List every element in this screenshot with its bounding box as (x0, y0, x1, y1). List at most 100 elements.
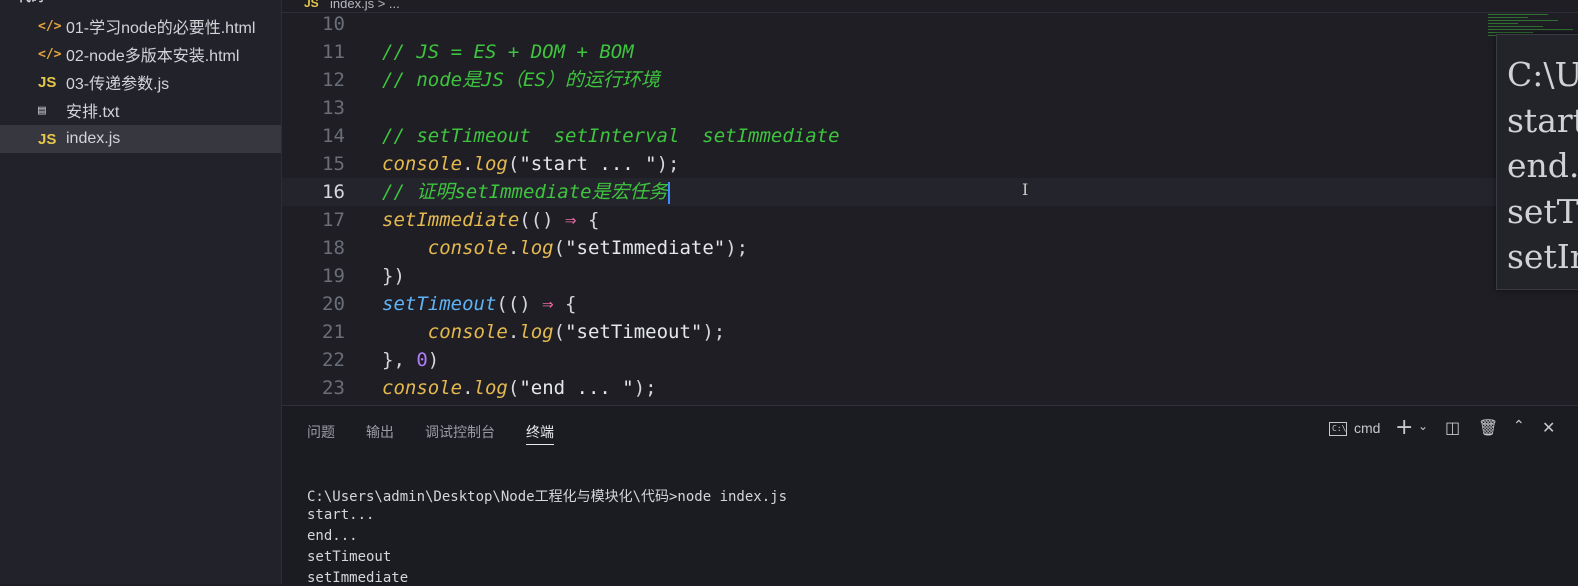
text-file-icon: ▤ (38, 102, 46, 118)
code-comment: // setTimeout setInterval setImmediate (382, 125, 840, 147)
file-label: 03-传递参数.js (66, 76, 170, 93)
code-comment: // JS = ES + DOM + BOM (382, 41, 634, 63)
code-string: "setTimeout" (565, 321, 703, 343)
code-function: setTimeout (382, 293, 497, 315)
html-file-icon: </> (38, 18, 62, 34)
code-line: 19}) (282, 262, 1578, 290)
line-number: 11 (322, 41, 345, 63)
code-line: 16 // 证明setImmediate是宏任务 (282, 178, 1578, 206)
file-item-01[interactable]: </> 01-学习node的必要性.html (0, 12, 281, 40)
code-text: }) (382, 262, 405, 290)
code-function: log (473, 377, 508, 399)
code-text: console.log("setImmediate"); (382, 234, 748, 262)
js-file-icon: JS (38, 130, 57, 148)
code-function: setImmediate (382, 209, 520, 231)
tab-problems[interactable]: 问题 (307, 422, 335, 442)
code-text: console.log("setTimeout"); (382, 318, 725, 346)
code-object: console (382, 153, 463, 175)
file-item-02[interactable]: </> 02-node多版本安装.html (0, 40, 281, 68)
code-function: log (519, 321, 554, 343)
code-string: "start ... " (519, 153, 657, 175)
code-comment: // node是JS（ES）的运行环境 (382, 69, 660, 91)
line-number: 16 (322, 181, 345, 203)
code-line: 15 console.log("start ... "); (282, 150, 1578, 178)
zoomed-terminal-output: C:\Users\admin\Desk start... end... setTime… (1496, 34, 1578, 290)
terminal-line: setTimeout (307, 549, 392, 565)
code-punct: . (462, 377, 474, 399)
code-line: 14 // setTimeout setInterval setImmediate (282, 122, 1578, 150)
line-number: 18 (322, 237, 345, 259)
code-line: 21 console.log("setTimeout"); (282, 318, 1578, 346)
code-line: 10 (282, 10, 1578, 38)
file-label: 安排.txt (66, 104, 120, 121)
line-number: 10 (322, 13, 345, 35)
new-terminal-plus-icon[interactable]: + (1395, 415, 1413, 440)
code-punct: . (507, 321, 520, 343)
terminal-shell-icon: C:\ (1329, 422, 1347, 436)
code-text: // setTimeout setInterval setImmediate (382, 122, 840, 150)
split-terminal-icon[interactable]: ◫ (1445, 418, 1460, 437)
code-punct: }) (382, 265, 405, 287)
line-number: 13 (322, 97, 345, 119)
terminal-line: C:\Users\admin\Desktop\Node工程化与模块化\代码>no… (307, 489, 788, 505)
code-text: // node是JS（ES）的运行环境 (382, 66, 660, 94)
code-text: console.log("end ... "); (382, 374, 657, 402)
code-punct: ( (553, 321, 566, 343)
code-arrow: ⇒ (542, 293, 554, 315)
tab-terminal[interactable]: 终端 (526, 422, 554, 445)
code-punct: ( (553, 237, 566, 259)
code-line: 18 console.log("setImmediate"); (282, 234, 1578, 262)
code-line: 17 setImmediate(() ⇒ { (282, 206, 1578, 234)
code-punct: }, (382, 349, 417, 371)
tab-output[interactable]: 输出 (366, 422, 394, 442)
explorer-folder-header[interactable]: 代码 (0, 0, 299, 6)
file-label: 01-学习node的必要性.html (66, 20, 256, 37)
code-punct: ); (656, 153, 680, 175)
code-object: console (427, 321, 508, 343)
html-file-icon: </> (38, 46, 62, 62)
code-punct: ( (507, 153, 520, 175)
code-text: setImmediate(() ⇒ { (382, 206, 599, 234)
line-number: 20 (322, 293, 345, 315)
close-icon[interactable]: ✕ (1542, 418, 1555, 437)
code-text: // 证明setImmediate是宏任务 (382, 178, 670, 206)
zoomed-output-line: setTimeout (1507, 192, 1578, 231)
maximize-panel-chevron-up-icon[interactable]: ⌃ (1513, 418, 1525, 434)
zoomed-output-line: end... (1507, 146, 1578, 185)
js-file-icon: JS (38, 73, 57, 91)
code-editor[interactable]: JS index.js > ... 10 11// JS = ES + DOM +… (282, 0, 1578, 405)
line-number: 15 (322, 153, 345, 175)
code-text: }, 0) (382, 346, 439, 374)
line-number: 22 (322, 349, 345, 371)
zoomed-output-line: setImmediate (1507, 237, 1578, 276)
code-line: 13 (282, 94, 1578, 122)
file-item-index[interactable]: JS index.js (0, 125, 281, 153)
line-number: 12 (322, 69, 345, 91)
code-punct: . (462, 153, 474, 175)
trash-icon[interactable]: 🗑 (1478, 418, 1498, 437)
code-line: 23 console.log("end ... "); (282, 374, 1578, 402)
chevron-down-icon[interactable]: ⌄ (1418, 419, 1428, 433)
code-object: console (382, 377, 463, 399)
terminal-line: end... (307, 528, 358, 544)
code-line: 12 // node是JS（ES）的运行环境 (282, 66, 1578, 94)
js-file-icon: JS (304, 0, 319, 10)
code-punct: { (553, 293, 577, 315)
code-arrow: ⇒ (565, 209, 577, 231)
line-number: 23 (322, 377, 345, 399)
code-punct: ); (725, 237, 749, 259)
code-line: 20 setTimeout(() ⇒ { (282, 290, 1578, 318)
line-number: 14 (322, 125, 345, 147)
code-punct: ( (507, 377, 520, 399)
file-item-03[interactable]: JS 03-传递参数.js (0, 68, 281, 96)
file-item-txt[interactable]: ▤ 安排.txt (0, 96, 281, 124)
line-number: 21 (322, 321, 345, 343)
code-line: 22 }, 0) (282, 346, 1578, 374)
explorer-sidebar: 代码 </> 01-学习node的必要性.html </> 02-node多版本… (0, 0, 282, 584)
code-comment: // 证明setImmediate是宏任务 (382, 181, 668, 203)
text-caret (667, 181, 670, 204)
code-punct: (() (496, 293, 543, 315)
shell-selector-label[interactable]: cmd (1354, 420, 1380, 436)
tab-debug-console[interactable]: 调试控制台 (425, 422, 495, 442)
